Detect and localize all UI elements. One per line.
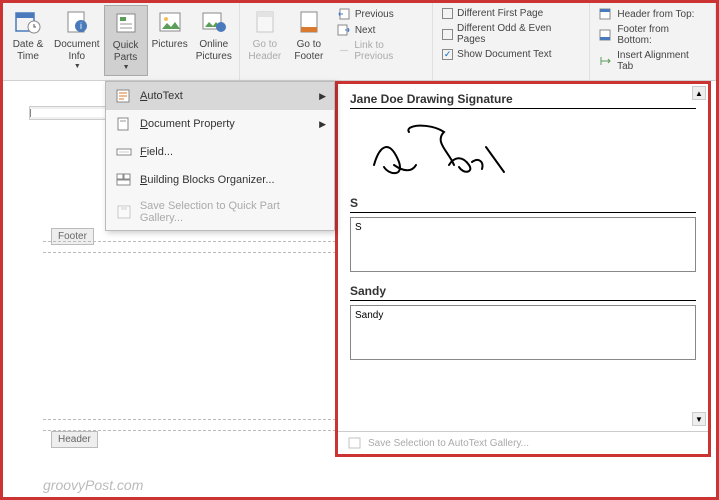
save-autotext-label: Save Selection to AutoText Gallery... <box>368 438 529 449</box>
date-time-label: Date &Time <box>13 39 44 63</box>
menu-bbo-label: Building Blocks Organizer... <box>140 174 275 186</box>
checkbox-icon <box>442 8 453 19</box>
menu-document-property[interactable]: Document Property ▶ <box>106 110 334 138</box>
ribbon-group-position: Header from Top: Footer from Bottom: Ins… <box>590 3 716 80</box>
menu-building-blocks[interactable]: Building Blocks Organizer... <box>106 166 334 194</box>
chevron-down-icon: ▼ <box>74 63 81 71</box>
online-pictures-label: OnlinePictures <box>196 39 232 63</box>
section-break <box>43 241 336 253</box>
date-time-button[interactable]: Date &Time <box>6 5 50 66</box>
scroll-down-button[interactable]: ▼ <box>692 412 706 426</box>
pictures-label: Pictures <box>152 39 188 51</box>
gallery-item-signature[interactable] <box>350 113 696 184</box>
link-previous-button: Link to Previous <box>335 39 425 63</box>
watermark: groovyPost.com <box>43 477 143 493</box>
goto-header-button: Go toHeader <box>243 5 287 66</box>
gallery-heading-3: Sandy <box>350 284 696 301</box>
alignment-tab-icon <box>599 55 613 67</box>
nav-stack: Previous Next Link to Previous <box>331 5 429 65</box>
show-document-label: Show Document Text <box>457 49 551 60</box>
svg-text:i: i <box>80 21 82 31</box>
signature-drawing-icon <box>354 117 534 177</box>
next-label: Next <box>355 25 376 36</box>
different-first-label: Different First Page <box>457 8 543 19</box>
quick-parts-icon <box>112 9 140 37</box>
gallery-body: Jane Doe Drawing Signature S S Sandy San… <box>338 84 708 431</box>
ribbon-group-options: Different First Page Different Odd & Eve… <box>433 3 590 80</box>
autotext-gallery: ▲ Jane Doe Drawing Signature S S Sandy S… <box>335 81 711 457</box>
building-blocks-icon <box>116 172 132 188</box>
ribbon: Date &Time i DocumentInfo▼ QuickParts▼ P… <box>3 3 716 81</box>
chevron-right-icon: ▶ <box>319 91 326 102</box>
previous-label: Previous <box>355 9 394 20</box>
previous-button[interactable]: Previous <box>335 7 425 21</box>
insert-alignment-tab-button[interactable]: Insert Alignment Tab <box>597 49 708 73</box>
quick-parts-menu: AAutoTextutoText ▶ Document Property ▶ F… <box>105 81 335 231</box>
pictures-button[interactable]: Pictures <box>148 5 192 54</box>
checkbox-icon <box>442 29 453 40</box>
footer-bottom-icon <box>599 29 613 41</box>
menu-docprop-label: Document Property <box>140 118 235 130</box>
header-tag: Header <box>51 431 98 448</box>
different-first-page-checkbox[interactable]: Different First Page <box>440 7 582 20</box>
online-pictures-icon <box>200 8 228 36</box>
goto-header-label: Go toHeader <box>248 39 281 63</box>
checkbox-checked-icon: ✓ <box>442 49 453 60</box>
field-icon <box>116 144 132 160</box>
save-icon <box>116 204 132 220</box>
goto-header-icon <box>251 8 279 36</box>
gallery-heading-1: Jane Doe Drawing Signature <box>350 92 696 109</box>
footer-bottom-label: Footer from Bottom: <box>617 24 706 46</box>
quick-parts-label: QuickParts <box>113 40 139 64</box>
chevron-down-icon: ▼ <box>123 64 130 72</box>
goto-footer-button[interactable]: Go toFooter <box>287 5 331 66</box>
chevron-right-icon: ▶ <box>319 119 326 130</box>
menu-save-selection: Save Selection to Quick Part Gallery... <box>106 194 334 230</box>
alignment-tab-label: Insert Alignment Tab <box>617 50 706 72</box>
menu-autotext[interactable]: AAutoTextutoText ▶ <box>106 82 334 110</box>
show-document-text-checkbox[interactable]: ✓ Show Document Text <box>440 48 582 61</box>
header-top-icon <box>599 8 613 20</box>
gallery-heading-2: S <box>350 196 696 213</box>
menu-save-label: Save Selection to Quick Part Gallery... <box>140 200 324 224</box>
document-info-button[interactable]: i DocumentInfo▼ <box>50 5 104 74</box>
menu-autotext-label: AAutoTextutoText <box>140 90 183 102</box>
goto-footer-icon <box>295 8 323 36</box>
online-pictures-button[interactable]: OnlinePictures <box>192 5 236 66</box>
header-from-top-field[interactable]: Header from Top: <box>597 7 708 21</box>
different-odd-even-checkbox[interactable]: Different Odd & Even Pages <box>440 22 582 46</box>
footer-from-bottom-field[interactable]: Footer from Bottom: <box>597 23 708 47</box>
section-break <box>43 419 336 431</box>
link-icon <box>337 45 351 57</box>
gallery-item-sandy[interactable]: Sandy <box>350 305 696 360</box>
previous-icon <box>337 8 351 20</box>
ribbon-group-nav: Go toHeader Go toFooter Previous Next Li… <box>240 3 433 80</box>
pictures-icon <box>156 8 184 36</box>
link-previous-label: Link to Previous <box>354 40 423 62</box>
menu-field[interactable]: Field... <box>106 138 334 166</box>
ribbon-group-text: Date &Time i DocumentInfo▼ QuickParts▼ P… <box>3 3 240 80</box>
goto-footer-label: Go toFooter <box>294 39 323 63</box>
document-property-icon <box>116 116 132 132</box>
header-top-label: Header from Top: <box>617 9 694 20</box>
next-icon <box>337 24 351 36</box>
save-gallery-icon <box>348 437 362 449</box>
calendar-clock-icon <box>14 8 42 36</box>
quick-parts-button[interactable]: QuickParts▼ <box>104 5 148 76</box>
gallery-item-s[interactable]: S <box>350 217 696 272</box>
gallery-footer: Save Selection to AutoText Gallery... <box>338 431 708 454</box>
next-button[interactable]: Next <box>335 23 425 37</box>
document-info-label: DocumentInfo <box>54 39 100 63</box>
menu-field-label: Field... <box>140 146 173 158</box>
different-odd-even-label: Different Odd & Even Pages <box>457 23 580 45</box>
document-info-icon: i <box>63 8 91 36</box>
autotext-icon <box>116 88 132 104</box>
